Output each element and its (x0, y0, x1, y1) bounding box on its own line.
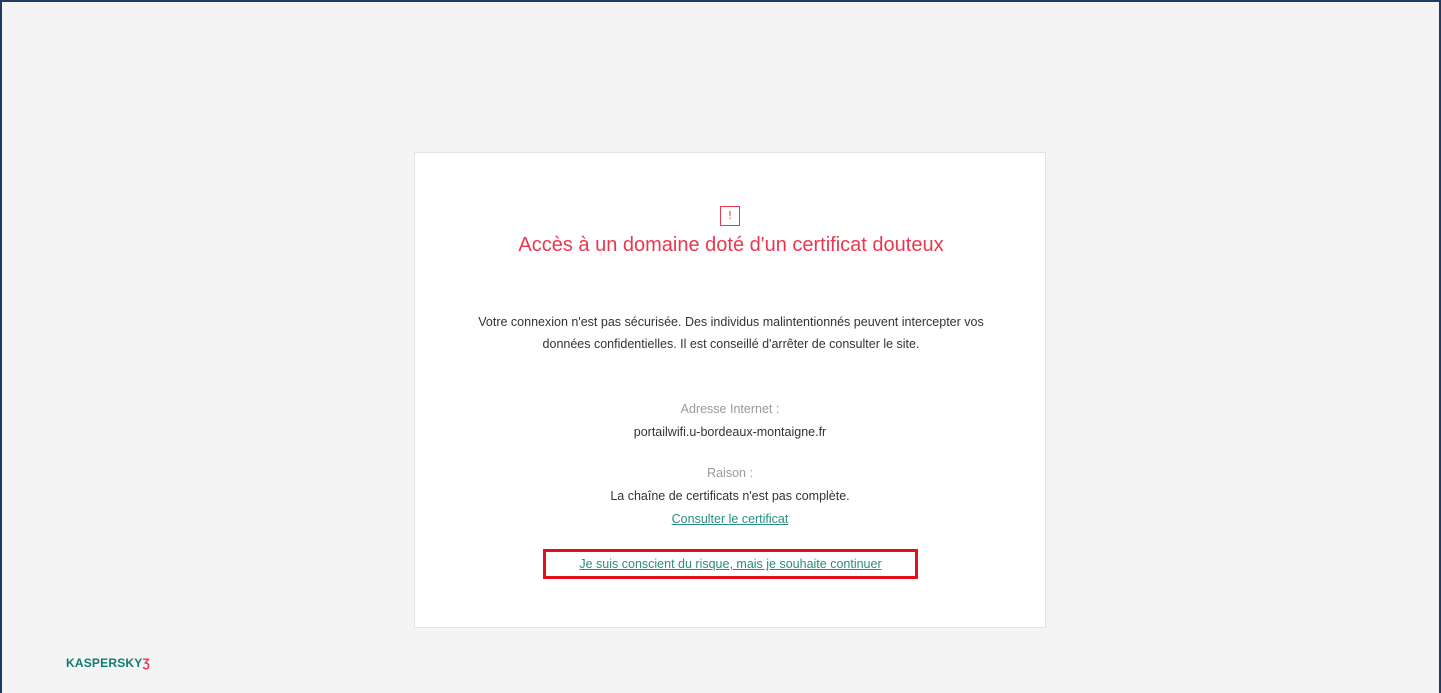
continue-anyway-link[interactable]: Je suis conscient du risque, mais je sou… (579, 557, 881, 571)
logo-wordmark: KASPERSKY (66, 656, 143, 670)
url-value: portailwifi.u-bordeaux-montaigne.fr (633, 425, 827, 439)
page-background: ! Accès à un domaine doté d'un certifica… (0, 0, 1441, 693)
exclamation-icon: ! (720, 206, 740, 226)
continue-highlight-box: Je suis conscient du risque, mais je sou… (543, 549, 918, 579)
reason-label: Raison : (707, 466, 753, 480)
view-certificate-link[interactable]: Consulter le certificat (415, 511, 1045, 527)
url-label: Adresse Internet : (680, 402, 780, 416)
warning-title: Accès à un domaine doté d'un certificat … (518, 234, 944, 256)
kaspersky-logo: KASPERSKYƷ (66, 656, 150, 670)
warning-card: ! Accès à un domaine doté d'un certifica… (414, 152, 1046, 628)
reason-value: La chaîne de certificats n'est pas compl… (610, 489, 850, 503)
warning-description: Votre connexion n'est pas sécurisée. Des… (478, 315, 984, 351)
logo-mark: Ʒ (142, 656, 151, 670)
